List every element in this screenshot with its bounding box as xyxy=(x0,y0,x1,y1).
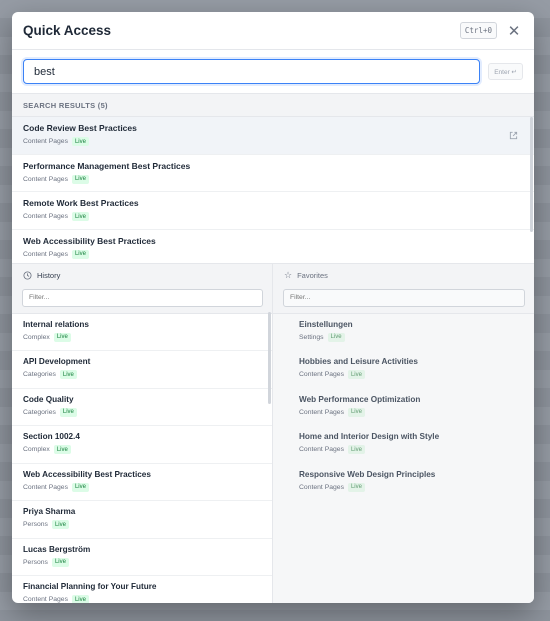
status-badge: Live xyxy=(327,332,345,342)
item-name: Web Performance Optimization xyxy=(299,394,421,404)
item-name: Hobbies and Leisure Activities xyxy=(299,357,418,366)
favorite-item[interactable]: Hobbies and Leisure Activities Content P… xyxy=(273,351,534,389)
item-category: Categories xyxy=(23,408,56,416)
search-results-list: Code Review Best Practices Content Pages… xyxy=(12,117,534,264)
dialog-title: Quick Access xyxy=(23,23,112,38)
clock-icon xyxy=(23,270,32,280)
history-header: History xyxy=(12,264,272,286)
result-name: Performance Management Best Practices xyxy=(23,160,191,171)
status-badge: Live xyxy=(71,212,89,221)
item-name: Lucas Bergström xyxy=(23,544,91,554)
result-category: Content Pages xyxy=(23,250,68,258)
item-category: Content Pages xyxy=(299,408,344,416)
shortcut-hint: Ctrl+0 xyxy=(459,22,497,39)
result-name: Remote Work Best Practices xyxy=(23,198,139,208)
item-category: Persons xyxy=(23,521,48,528)
item-category: Content Pages xyxy=(299,371,344,378)
status-badge: Live xyxy=(51,557,69,567)
search-results-label: SEARCH RESULTS (5) xyxy=(12,94,534,117)
item-name: Home and Interior Design with Style xyxy=(299,432,440,441)
history-item[interactable]: Section 1002.4 Complex Live xyxy=(12,426,272,464)
item-name: Code Quality xyxy=(23,394,74,404)
item-category: Categories xyxy=(23,371,56,378)
item-name: Section 1002.4 xyxy=(23,432,80,441)
search-result-item[interactable]: Code Review Best Practices Content Pages… xyxy=(12,117,534,155)
status-badge: Live xyxy=(53,332,71,342)
history-item[interactable]: Web Accessibility Best Practices Content… xyxy=(12,464,272,501)
status-badge: Live xyxy=(51,520,69,529)
result-category: Content Pages xyxy=(23,138,68,145)
item-name: Responsive Web Design Principles xyxy=(299,469,436,479)
result-name: Code Review Best Practices xyxy=(23,123,137,133)
dialog-header: Quick Access Ctrl+0 ✕ xyxy=(12,12,534,50)
status-badge: Live xyxy=(347,370,365,379)
status-badge: Live xyxy=(71,249,89,259)
results-scrollbar[interactable] xyxy=(530,117,533,232)
status-badge: Live xyxy=(71,482,89,492)
result-category: Content Pages xyxy=(23,213,68,220)
search-result-item[interactable]: Performance Management Best Practices Co… xyxy=(12,155,534,192)
status-badge: Live xyxy=(71,595,89,603)
history-item[interactable]: Financial Planning for Your Future Conte… xyxy=(12,576,272,603)
history-scrollbar[interactable] xyxy=(268,312,271,404)
item-category: Content Pages xyxy=(299,446,344,453)
status-badge: Live xyxy=(347,482,365,492)
item-category: Content Pages xyxy=(299,483,344,491)
history-item[interactable]: Priya Sharma Persons Live xyxy=(12,501,272,539)
item-name: Web Accessibility Best Practices xyxy=(23,469,151,479)
item-category: Complex xyxy=(23,446,50,453)
history-filter-input[interactable] xyxy=(22,288,263,307)
favorites-pane: ☆ Favorites Einstellungen SettingsLive H… xyxy=(273,264,534,603)
status-badge: Live xyxy=(53,445,71,454)
item-category: Content Pages xyxy=(23,596,68,603)
star-icon: ☆ xyxy=(284,269,293,280)
history-item[interactable]: Internal relations Complex Live xyxy=(12,314,272,351)
status-badge: Live xyxy=(71,137,89,146)
item-name: Priya Sharma xyxy=(23,507,76,516)
item-category: Settings xyxy=(299,333,324,341)
item-name: API Development xyxy=(23,357,91,366)
result-name: Web Accessibility Best Practices xyxy=(23,235,156,246)
status-badge: Live xyxy=(347,445,365,454)
enter-button[interactable]: Enter ↵ xyxy=(488,63,523,80)
item-category: Complex xyxy=(23,333,50,341)
search-result-item[interactable]: Web Accessibility Best Practices Content… xyxy=(12,230,534,264)
favorite-item[interactable]: Einstellungen Settings Live xyxy=(273,314,534,352)
status-badge: Live xyxy=(71,174,89,184)
history-label: History xyxy=(37,270,61,280)
status-badge: Live xyxy=(59,370,77,379)
history-favorites-panes: History Internal relations ComplexLive A… xyxy=(12,264,534,603)
external-link-icon[interactable] xyxy=(509,131,518,140)
quick-access-dialog: Quick Access Ctrl+0 ✕ Enter ↵ SEARCH RES… xyxy=(12,12,534,603)
history-item[interactable]: Lucas Bergström Persons Live xyxy=(12,539,272,576)
status-badge: Live xyxy=(347,407,365,417)
close-icon[interactable]: ✕ xyxy=(505,22,523,40)
history-item[interactable]: API Development Categories Live xyxy=(12,351,272,389)
favorite-item[interactable]: Home and Interior Design with Style Cont… xyxy=(273,426,534,464)
item-category: Persons xyxy=(23,558,48,566)
result-category: Content Pages xyxy=(23,175,68,183)
history-item[interactable]: Code Quality Categories Live xyxy=(12,389,272,426)
favorite-item[interactable]: Web Performance Optimization Content Pag… xyxy=(273,389,534,427)
search-input[interactable] xyxy=(23,59,481,84)
item-name: Internal relations xyxy=(23,319,89,329)
search-row: Enter ↵ xyxy=(12,50,534,94)
item-name: Einstellungen xyxy=(299,319,353,329)
search-result-item[interactable]: Remote Work Best Practices Content Pages… xyxy=(12,192,534,230)
history-pane: History Internal relations ComplexLive A… xyxy=(12,264,273,603)
item-name: Financial Planning for Your Future xyxy=(23,582,157,591)
favorites-label: Favorites xyxy=(297,270,328,280)
status-badge: Live xyxy=(59,407,77,417)
favorites-header: ☆ Favorites xyxy=(273,264,534,286)
item-category: Content Pages xyxy=(23,483,68,491)
favorite-item[interactable]: Responsive Web Design Principles Content… xyxy=(273,464,534,502)
favorites-filter-input[interactable] xyxy=(283,288,525,307)
